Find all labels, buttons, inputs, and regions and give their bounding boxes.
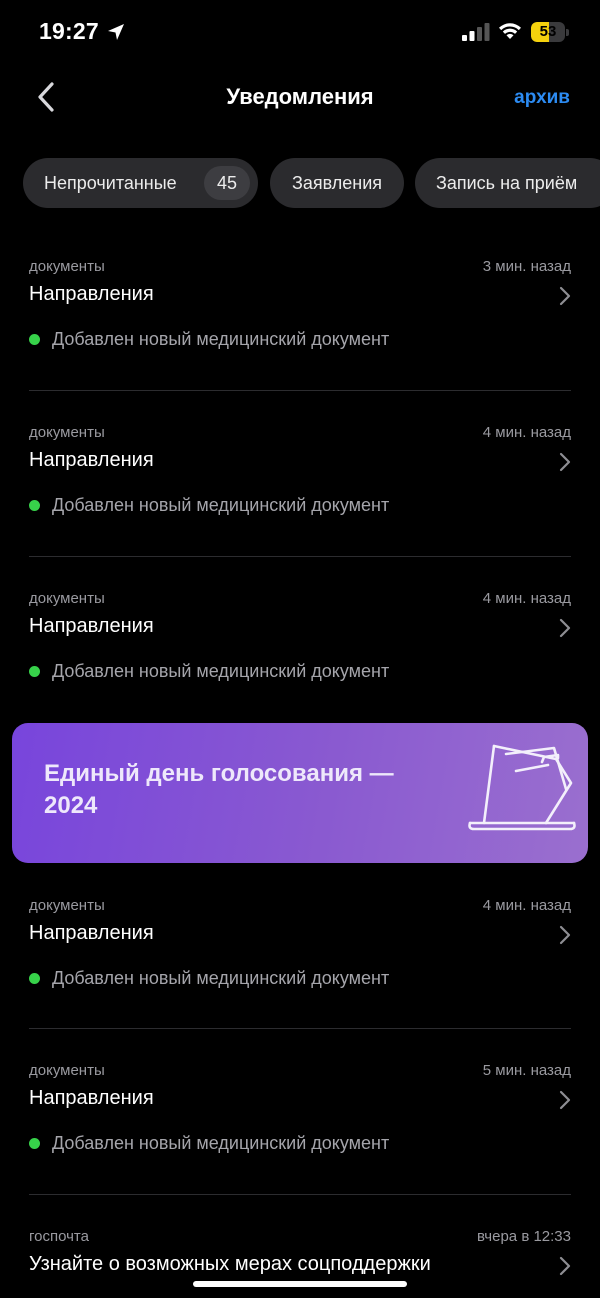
- unread-dot: [29, 973, 40, 984]
- notification-item[interactable]: документы 3 мин. назад Направления Добав…: [29, 258, 571, 368]
- notification-item[interactable]: документы 4 мин. назад Направления Добав…: [29, 897, 571, 1007]
- notification-title: Узнайте о возможных мерах соцподдержки: [29, 1253, 431, 1275]
- battery-percent: 53: [539, 23, 557, 40]
- notification-time: 5 мин. назад: [482, 1062, 571, 1079]
- notification-time: 4 мин. назад: [482, 897, 571, 914]
- divider: [29, 390, 571, 391]
- notification-title: Направления: [29, 922, 154, 944]
- notification-category: документы: [29, 590, 105, 607]
- notification-item[interactable]: документы 5 мин. назад Направления Добав…: [29, 1062, 571, 1172]
- notification-time: 4 мин. назад: [482, 590, 571, 607]
- filter-chip-label: Непрочитанные: [44, 172, 177, 193]
- battery-indicator: 53: [531, 22, 569, 42]
- cellular-signal-icon: [462, 23, 490, 41]
- notification-item[interactable]: документы 4 мин. назад Направления Добав…: [29, 590, 571, 700]
- notification-title: Направления: [29, 615, 154, 637]
- page-title: Уведомления: [226, 84, 374, 109]
- notification-title: Направления: [29, 283, 154, 305]
- notification-time: вчера в 12:33: [477, 1228, 571, 1245]
- filter-chip-unread[interactable]: Непрочитанные 45: [23, 158, 258, 208]
- unread-dot: [29, 1138, 40, 1149]
- notification-time: 3 мин. назад: [482, 258, 571, 275]
- status-time: 19:27: [39, 18, 99, 44]
- unread-dot: [29, 500, 40, 511]
- unread-dot: [29, 666, 40, 677]
- filter-chip-appointments[interactable]: Запись на приём: [415, 158, 600, 208]
- ballot-box-icon: [468, 744, 576, 831]
- notification-description: Добавлен новый медицинский документ: [52, 329, 390, 349]
- filter-chips: Непрочитанные 45 Заявления Запись на при…: [23, 158, 600, 210]
- notification-description: Добавлен новый медицинский документ: [52, 968, 390, 988]
- status-bar: 19:27 53: [0, 0, 600, 66]
- chevron-right-icon: [559, 1090, 571, 1110]
- notification-category: документы: [29, 1062, 105, 1079]
- navigation-bar: Уведомления архив: [0, 70, 600, 126]
- chevron-right-icon: [559, 618, 571, 638]
- chevron-right-icon: [559, 286, 571, 306]
- notification-category: документы: [29, 424, 105, 441]
- divider: [29, 556, 571, 557]
- location-arrow-icon: [108, 24, 124, 40]
- unread-count-badge: 45: [204, 166, 250, 200]
- filter-chip-applications[interactable]: Заявления: [270, 158, 404, 208]
- notification-description: Добавлен новый медицинский документ: [52, 661, 390, 681]
- notification-category: документы: [29, 258, 105, 275]
- notification-title: Направления: [29, 1087, 154, 1109]
- notification-category: госпочта: [29, 1228, 89, 1245]
- chevron-right-icon: [559, 452, 571, 472]
- voting-day-banner[interactable]: Единый день голосования — 2024: [12, 723, 588, 863]
- filter-chip-label: Заявления: [291, 172, 383, 193]
- notification-time: 4 мин. назад: [482, 424, 571, 441]
- unread-dot: [29, 334, 40, 345]
- wifi-icon: [499, 23, 521, 39]
- chevron-right-icon: [559, 1256, 571, 1276]
- notification-category: документы: [29, 897, 105, 914]
- notification-description: Добавлен новый медицинский документ: [52, 1133, 390, 1153]
- banner-title: Единый день голосования — 2024: [44, 760, 394, 819]
- notification-item[interactable]: документы 4 мин. назад Направления Добав…: [29, 424, 571, 534]
- notification-item[interactable]: госпочта вчера в 12:33 Узнайте о возможн…: [29, 1228, 571, 1298]
- notification-title: Направления: [29, 449, 154, 471]
- notification-description: Добавлен новый медицинский документ: [52, 495, 390, 515]
- divider: [29, 1194, 571, 1195]
- home-indicator[interactable]: [193, 1281, 407, 1287]
- chevron-right-icon: [559, 925, 571, 945]
- divider: [29, 1028, 571, 1029]
- archive-link[interactable]: архив: [514, 87, 570, 109]
- filter-chip-label: Запись на приём: [436, 172, 578, 193]
